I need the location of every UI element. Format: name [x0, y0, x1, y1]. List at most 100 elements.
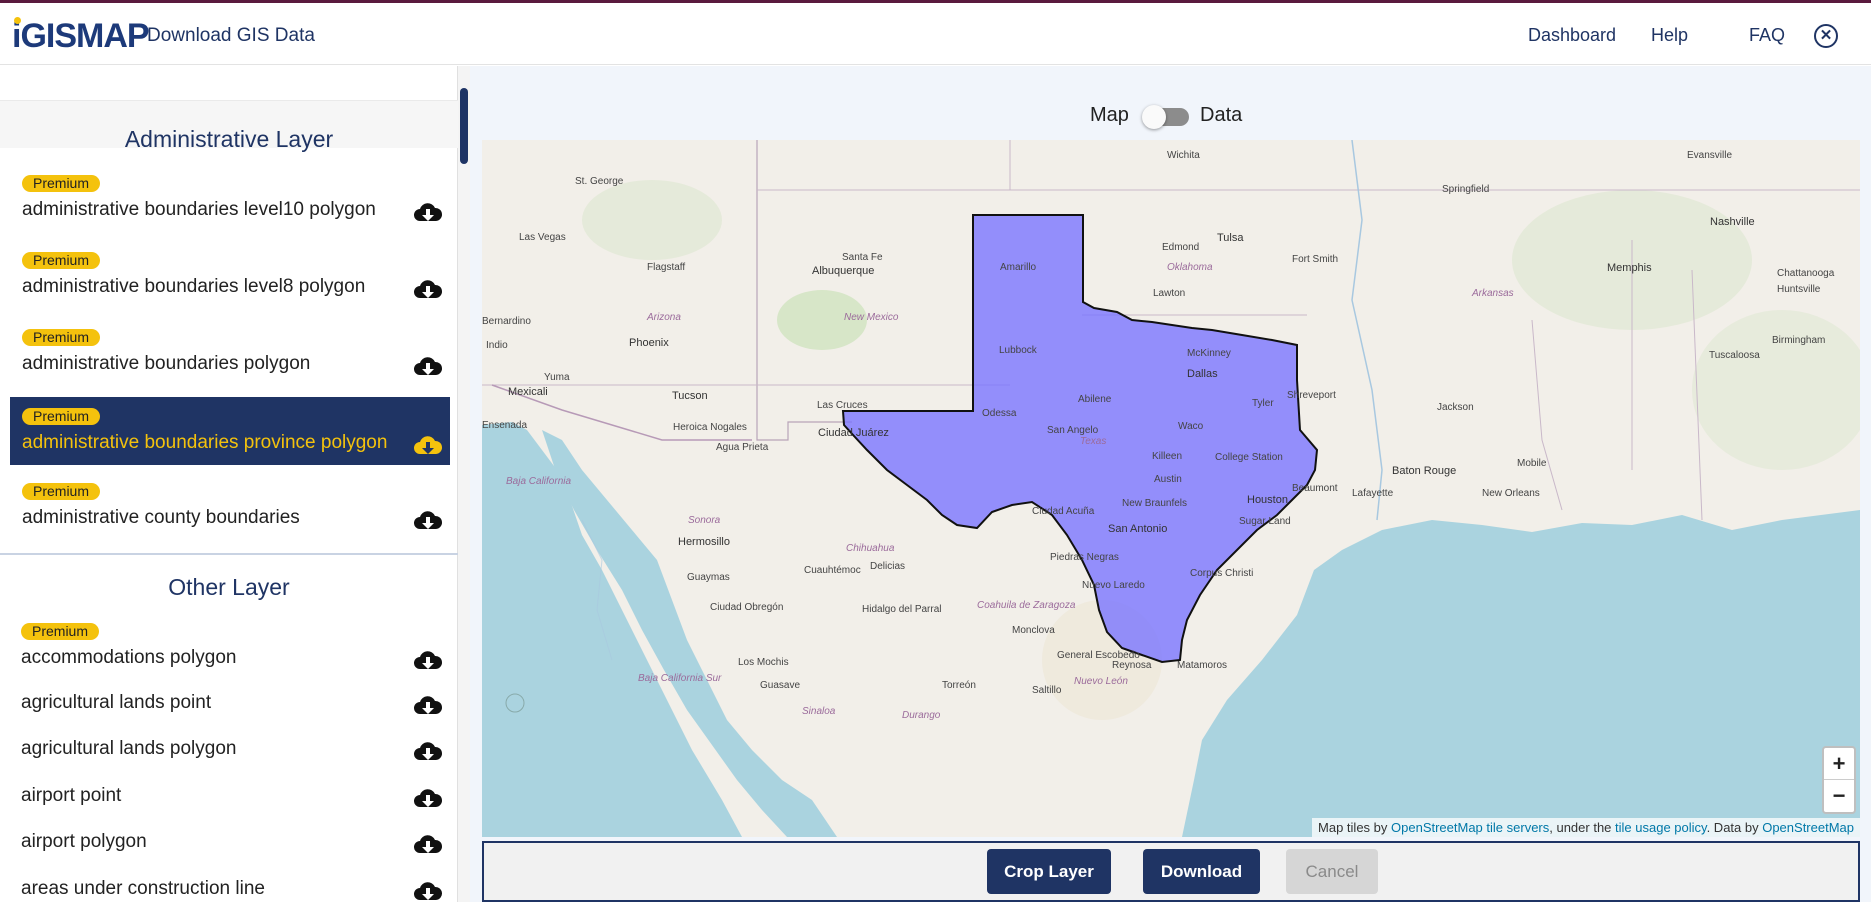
layer-item[interactable]: agricultural lands polygon: [0, 726, 458, 772]
layer-item[interactable]: airport point: [0, 773, 458, 819]
cloud-download-icon[interactable]: [413, 880, 443, 902]
map-label-city: Mexicali: [508, 386, 548, 398]
map-label-city: Houston: [1247, 494, 1288, 506]
map-view[interactable]: Wichita Evansville St. George Springfiel…: [482, 140, 1860, 837]
zoom-in-button[interactable]: +: [1824, 748, 1854, 780]
nav-help[interactable]: Help: [1651, 25, 1688, 46]
download-button[interactable]: Download: [1143, 849, 1260, 894]
section-divider: [0, 553, 458, 555]
map-label-city: Killeen: [1152, 451, 1183, 462]
layer-item[interactable]: Premium accommodations polygon: [0, 619, 458, 669]
switch-knob[interactable]: [1142, 105, 1166, 129]
map-label-state: Durango: [902, 710, 941, 721]
map-label-city: Lubbock: [999, 345, 1037, 356]
map-label-city: Amarillo: [1000, 262, 1037, 273]
map-label-state: Sinaloa: [802, 706, 836, 717]
cloud-download-icon[interactable]: [413, 649, 443, 673]
premium-badge: Premium: [22, 483, 101, 500]
map-label-city: Agua Prieta: [716, 442, 769, 453]
layer-item-selected[interactable]: Premium administrative boundaries provin…: [10, 397, 450, 465]
map-label-city: Torreón: [942, 680, 976, 691]
layer-label: areas under construction line: [21, 878, 265, 899]
map-label-city: Chattanooga: [1777, 268, 1835, 279]
map-label-city: McKinney: [1187, 348, 1231, 359]
gismap-logo[interactable]: iGISMAP: [12, 17, 150, 56]
action-bar: Crop Layer Download Cancel: [482, 841, 1860, 902]
map-label-city: Los Mochis: [738, 657, 789, 668]
map-label-city: Yuma: [544, 372, 570, 383]
map-label-city: Dallas: [1187, 368, 1218, 380]
cancel-button[interactable]: Cancel: [1286, 849, 1378, 894]
map-label-city: Matamoros: [1177, 660, 1228, 671]
zoom-out-button[interactable]: −: [1824, 780, 1854, 812]
premium-badge: Premium: [22, 329, 101, 346]
map-label-city: Springfield: [1442, 184, 1490, 195]
map-label-city: New Orleans: [1482, 488, 1540, 499]
map-label-city: Edmond: [1162, 242, 1200, 253]
page-title: Download GIS Data: [147, 25, 315, 46]
map-label-state: Oklahoma: [1167, 262, 1213, 273]
layer-list: Administrative Layer Premium administrat…: [0, 66, 458, 902]
cloud-download-icon[interactable]: [413, 278, 443, 302]
map-label-city: Mobile: [1517, 458, 1547, 469]
layer-item[interactable]: Premium administrative boundaries level8…: [10, 241, 450, 309]
map-label-city: Birmingham: [1772, 335, 1826, 346]
map-label-city: Albuquerque: [812, 265, 875, 277]
layer-label: airport polygon: [21, 831, 147, 852]
crop-layer-button[interactable]: Crop Layer: [987, 849, 1111, 894]
premium-badge: Premium: [21, 623, 100, 640]
map-label-city: Tucson: [672, 390, 708, 402]
layer-item[interactable]: Premium administrative boundaries polygo…: [10, 318, 450, 386]
cloud-download-icon[interactable]: [413, 787, 443, 811]
map-label-city: Nuevo Laredo: [1082, 580, 1145, 591]
attribution-link[interactable]: tile usage policy: [1615, 820, 1707, 835]
nav-faq[interactable]: FAQ: [1749, 25, 1785, 46]
sidebar-scroll-thumb[interactable]: [460, 88, 468, 164]
map-label-city: Santa Fe: [842, 252, 883, 263]
map-label-city: Phoenix: [629, 337, 669, 349]
close-icon[interactable]: ✕: [1814, 24, 1838, 48]
attribution-link[interactable]: OpenStreetMap tile servers: [1391, 820, 1549, 835]
cloud-download-icon[interactable]: [413, 509, 443, 533]
map-label-city: Lawton: [1153, 288, 1186, 299]
toggle-label-map: Map: [1090, 104, 1129, 126]
layer-label: airport point: [21, 785, 122, 806]
map-label-city: San Antonio: [1108, 523, 1168, 535]
map-label-city: Beaumont: [1292, 483, 1338, 494]
map-label-city: Ciudad Acuña: [1032, 506, 1095, 517]
layer-item[interactable]: Premium administrative boundaries level1…: [10, 164, 450, 232]
map-label-city: Reynosa: [1112, 660, 1152, 671]
layer-label: agricultural lands point: [21, 692, 212, 713]
sidebar-scrollbar[interactable]: [458, 66, 470, 902]
map-label-city: Sugar Land: [1239, 516, 1291, 527]
map-data-switch[interactable]: [1142, 105, 1189, 129]
cloud-download-icon[interactable]: [413, 740, 443, 764]
map-label-city: Heroica Nogales: [673, 422, 747, 433]
map-label-city: Saltillo: [1032, 685, 1062, 696]
premium-badge: Premium: [22, 252, 101, 269]
attribution-link[interactable]: OpenStreetMap: [1762, 820, 1854, 835]
cloud-download-icon[interactable]: [413, 434, 443, 458]
cloud-download-icon[interactable]: [413, 833, 443, 857]
map-label-state: Baja California: [506, 476, 572, 487]
map-label-city: Hermosillo: [678, 536, 730, 548]
layer-label: administrative boundaries province polyg…: [22, 432, 388, 453]
map-label-state: Arkansas: [1472, 288, 1514, 299]
cloud-download-icon[interactable]: [413, 355, 443, 379]
layer-label: administrative boundaries level10 polygo…: [22, 199, 376, 220]
map-attribution: Map tiles by OpenStreetMap tile servers,…: [1312, 818, 1860, 837]
layer-label: administrative boundaries level8 polygon: [22, 276, 366, 297]
cloud-download-icon[interactable]: [413, 201, 443, 225]
header: iGISMAP Download GIS Data Dashboard Help…: [0, 3, 1871, 65]
nav-dashboard[interactable]: Dashboard: [1528, 25, 1616, 46]
layer-item[interactable]: airport polygon: [0, 819, 458, 865]
layer-label: agricultural lands polygon: [21, 738, 237, 759]
layer-item[interactable]: Premium administrative county boundaries: [10, 472, 450, 540]
map-label-city: Baton Rouge: [1392, 465, 1457, 477]
map-label-state: Coahuila de Zaragoza: [977, 600, 1076, 611]
premium-badge: Premium: [22, 408, 101, 425]
cloud-download-icon[interactable]: [413, 694, 443, 718]
premium-badge: Premium: [22, 175, 101, 192]
layer-item[interactable]: areas under construction line: [0, 866, 458, 902]
layer-item[interactable]: agricultural lands point: [0, 680, 458, 726]
